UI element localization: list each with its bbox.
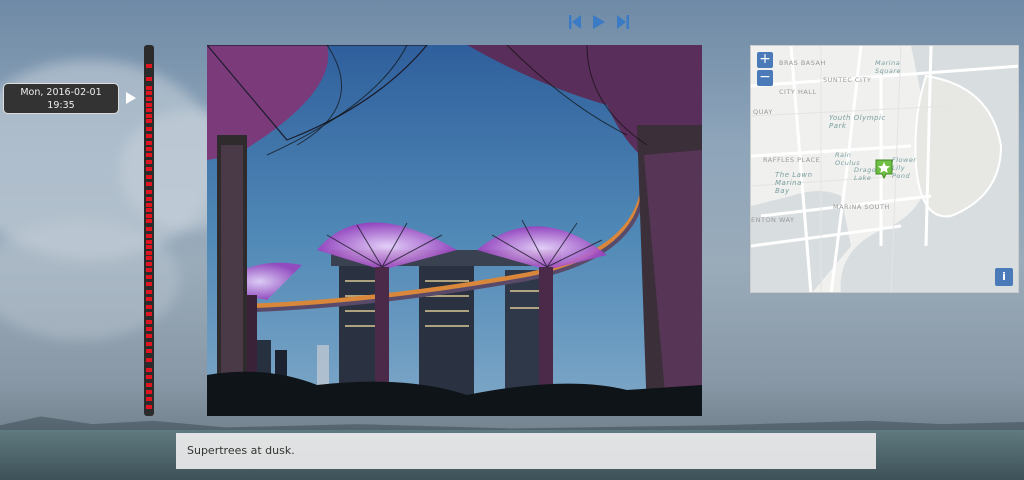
map-label: QUAY — [753, 108, 773, 116]
timeline-pointer — [126, 92, 136, 104]
timeline-marker[interactable] — [146, 390, 152, 394]
timeline-marker[interactable] — [146, 245, 152, 249]
map-label: Youth Olympic Park — [829, 114, 886, 130]
zoom-out-button[interactable]: − — [757, 70, 773, 86]
timeline-marker[interactable] — [146, 297, 152, 301]
timeline-scrubber[interactable] — [144, 45, 154, 416]
map-label: Rain Oculus — [835, 151, 861, 167]
timeline-marker[interactable] — [146, 208, 152, 212]
timeline-marker[interactable] — [146, 327, 152, 331]
timeline-marker[interactable] — [146, 262, 152, 266]
timeline-marker[interactable] — [146, 342, 152, 346]
date-day: Mon, 2016-02-01 — [20, 87, 102, 98]
timeline-marker[interactable] — [146, 282, 152, 286]
map[interactable]: BRAS BASAH SUNTEC CITY Marina Square CIT… — [750, 45, 1019, 293]
timeline-marker[interactable] — [146, 397, 152, 401]
zoom-in-button[interactable]: + — [757, 52, 773, 68]
timeline-marker[interactable] — [146, 227, 152, 231]
timeline-marker[interactable] — [146, 197, 152, 201]
timeline-marker[interactable] — [146, 256, 152, 260]
timeline-marker[interactable] — [146, 167, 152, 171]
timeline-marker[interactable] — [146, 268, 152, 272]
timeline-marker[interactable] — [146, 64, 152, 68]
date-tooltip: Mon, 2016-02-01 19:35 — [3, 83, 119, 114]
timeline-marker[interactable] — [146, 320, 152, 324]
timeline-marker[interactable] — [146, 182, 152, 186]
timeline-marker[interactable] — [146, 368, 152, 372]
timeline-marker[interactable] — [146, 358, 152, 362]
map-label: SUNTEC CITY — [823, 76, 872, 84]
timeline-marker[interactable] — [146, 91, 152, 95]
timeline-marker[interactable] — [146, 203, 152, 207]
timeline-marker[interactable] — [146, 305, 152, 309]
date-time: 19:35 — [47, 100, 75, 111]
timeline-marker[interactable] — [146, 114, 152, 118]
timeline-marker[interactable] — [146, 103, 152, 107]
timeline-marker[interactable] — [146, 375, 152, 379]
timeline-marker[interactable] — [146, 97, 152, 101]
timeline-marker[interactable] — [146, 240, 152, 244]
timeline-marker[interactable] — [146, 219, 152, 223]
map-label: ENTON WAY — [751, 216, 795, 224]
photo-caption: Supertrees at dusk. — [176, 433, 876, 469]
map-label: BRAS BASAH — [779, 59, 826, 67]
timeline-marker[interactable] — [146, 312, 152, 316]
timeline-marker[interactable] — [146, 190, 152, 194]
timeline-marker[interactable] — [146, 86, 152, 90]
map-label: CITY HALL — [779, 88, 817, 96]
map-label: Marina Square — [875, 59, 902, 75]
timeline-marker[interactable] — [146, 334, 152, 338]
map-label: Flower Lily Pond — [892, 156, 917, 180]
star-marker-icon[interactable] — [875, 159, 893, 183]
timeline-marker[interactable] — [146, 141, 152, 145]
map-info-button[interactable]: i — [995, 268, 1013, 286]
timeline-marker[interactable] — [146, 405, 152, 409]
timeline-marker[interactable] — [146, 108, 152, 112]
playback-controls — [566, 12, 632, 32]
timeline-marker[interactable] — [146, 251, 152, 255]
timeline-marker[interactable] — [146, 77, 152, 81]
timeline-marker[interactable] — [146, 134, 152, 138]
timeline-marker[interactable] — [146, 147, 152, 151]
timeline-marker[interactable] — [146, 175, 152, 179]
skip-forward-icon[interactable] — [614, 12, 632, 32]
photo — [207, 45, 702, 416]
map-label: MARINA SOUTH — [833, 203, 890, 211]
timeline-marker[interactable] — [146, 383, 152, 387]
timeline-marker[interactable] — [146, 214, 152, 218]
map-label: RAFFLES PLACE — [763, 156, 821, 164]
timeline-marker[interactable] — [146, 119, 152, 123]
timeline-marker[interactable] — [146, 349, 152, 353]
timeline-marker[interactable] — [146, 290, 152, 294]
play-icon[interactable] — [590, 12, 608, 32]
timeline-marker[interactable] — [146, 127, 152, 131]
map-label: The Lawn Marina Bay — [775, 171, 813, 195]
timeline-marker[interactable] — [146, 275, 152, 279]
timeline-marker[interactable] — [146, 160, 152, 164]
timeline-marker[interactable] — [146, 153, 152, 157]
skip-back-icon[interactable] — [566, 12, 584, 32]
timeline-marker[interactable] — [146, 234, 152, 238]
